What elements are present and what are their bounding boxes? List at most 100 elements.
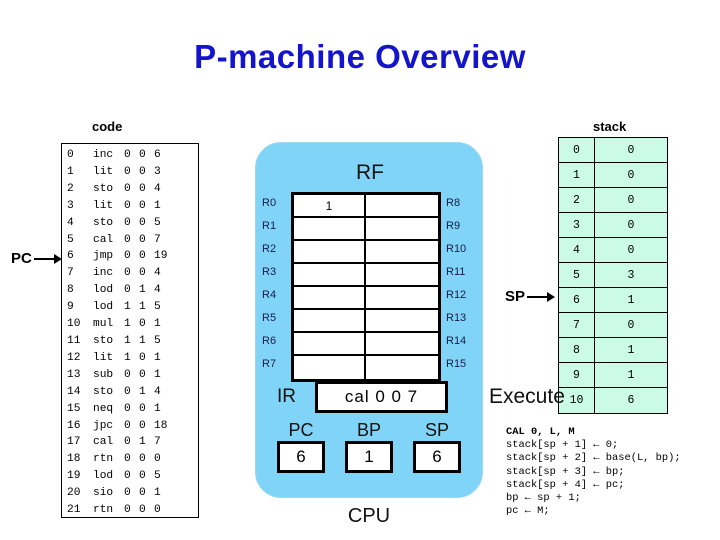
register-file-row: [294, 356, 438, 379]
register-label-r12: R12: [446, 289, 467, 301]
code-row-address: 16: [67, 419, 81, 432]
stack-row: 70: [559, 313, 667, 338]
code-row-field-m: 5: [154, 301, 161, 314]
code-row-field-m: 5: [154, 470, 161, 483]
code-row-opcode: neq: [93, 402, 114, 415]
register-label-r5: R5: [262, 312, 277, 324]
register-file-row: [294, 264, 438, 287]
code-row-field-m: 0: [154, 504, 161, 517]
cpu-block: RF 1 R0 R8 R1 R9 R2 R10 R3 R11 R4 R12 R5 R13 R6 R14 R7…: [255, 142, 483, 498]
code-row: 19 lod 0 0 5: [62, 468, 198, 485]
code-row-address: 11: [67, 334, 81, 347]
code-row-field-r: 0: [124, 165, 131, 178]
register-file-grid: 1: [291, 192, 441, 382]
code-row-address: 0: [67, 149, 74, 161]
stack-row: 40: [559, 238, 667, 263]
code-row-opcode: sio: [93, 487, 114, 500]
code-row: 21 rtn 0 0 0: [62, 502, 198, 519]
code-row-opcode: sto: [93, 182, 114, 195]
code-row-field-r: 0: [124, 453, 131, 466]
code-row-opcode: rtn: [93, 453, 114, 466]
register-label-r15: R15: [446, 358, 467, 370]
code-row-address: 15: [67, 402, 81, 415]
code-row-field-m: 0: [154, 453, 161, 466]
register-label-r7: R7: [262, 358, 277, 370]
sp-pointer-label: SP: [505, 288, 526, 305]
code-row-address: 17: [67, 436, 81, 449]
register-label-r4: R4: [262, 289, 277, 301]
code-row-field-m: 5: [154, 216, 161, 229]
register-label-r3: R3: [262, 266, 277, 278]
code-row: 18 rtn 0 0 0: [62, 451, 198, 468]
code-row-field-l: 0: [139, 199, 146, 212]
code-row-field-r: 1: [124, 334, 131, 347]
code-row-address: 2: [67, 182, 74, 195]
stack-table: 0 0 1 0 2 0 3 0 4 0 5 3 6 1 7 0 8 1 9 1 10 6: [558, 137, 668, 414]
code-row-address: 14: [67, 385, 81, 398]
code-row-field-l: 0: [139, 267, 146, 280]
code-row: 5 cal 0 0 7: [62, 232, 198, 249]
code-row-field-r: 0: [124, 284, 131, 297]
stack-row-value: 0: [627, 168, 635, 182]
code-row-address: 1: [67, 165, 74, 178]
code-row-field-m: 3: [154, 165, 161, 178]
ir-label: IR: [277, 386, 296, 407]
stack-row-index: 9: [559, 363, 595, 387]
register-bp-value: 1: [345, 441, 393, 473]
code-panel-label: code: [92, 119, 123, 134]
code-row-field-r: 0: [124, 385, 131, 398]
arrow-right-icon: [527, 291, 556, 302]
code-row-field-l: 0: [139, 487, 146, 500]
stack-row: 10: [559, 163, 667, 188]
code-row: 13 sub 0 0 1: [62, 367, 198, 384]
code-row-field-m: 1: [154, 368, 161, 381]
code-row-field-l: 0: [139, 419, 146, 432]
code-row-address: 4: [67, 216, 74, 229]
stack-row-value: 0: [627, 193, 635, 207]
code-row-opcode: lod: [93, 470, 114, 483]
code-row-address: 5: [67, 233, 74, 246]
stack-row-value: 3: [627, 268, 635, 282]
code-row-field-r: 0: [124, 419, 131, 432]
code-row-opcode: lod: [93, 301, 114, 314]
code-row-field-l: 1: [139, 385, 146, 398]
code-row-field-r: 0: [124, 402, 131, 415]
register-pc: PC 6: [277, 421, 325, 473]
code-row-field-m: 4: [154, 267, 161, 280]
code-row-address: 3: [67, 199, 74, 212]
stack-row-index: 2: [559, 188, 595, 212]
code-row: 10 mul 1 0 1: [62, 316, 198, 333]
code-row-field-r: 0: [124, 233, 131, 246]
code-row-field-l: 0: [139, 216, 146, 229]
code-row-field-m: 1: [154, 199, 161, 212]
code-row-field-r: 1: [124, 318, 131, 331]
execute-line: stack[sp + 4] ← pc;: [506, 478, 625, 491]
code-row-field-r: 1: [124, 351, 131, 364]
code-row-opcode: cal: [93, 233, 114, 246]
register-file-row: [294, 218, 438, 241]
code-row-opcode: sto: [93, 334, 114, 347]
stack-row: 20: [559, 188, 667, 213]
code-row-opcode: lit: [93, 199, 114, 212]
register-cell-r11: [366, 264, 438, 285]
stack-row-index: 4: [559, 238, 595, 262]
stack-row: 61: [559, 288, 667, 313]
register-cell-r10: [366, 241, 438, 262]
code-row-opcode: lit: [93, 351, 114, 364]
stack-row: 53: [559, 263, 667, 288]
code-row: 12 lit 1 0 1: [62, 350, 198, 367]
code-row-address: 6: [67, 250, 74, 263]
stack-row: 91: [559, 363, 667, 388]
register-cell-r5: [294, 310, 366, 331]
code-row: 15 neq 0 0 1: [62, 401, 198, 418]
code-row-field-r: 0: [124, 199, 131, 212]
stack-row: 81: [559, 338, 667, 363]
code-row: 8 lod 0 1 4: [62, 282, 198, 299]
register-file-row: [294, 287, 438, 310]
code-row: 3 lit 0 0 1: [62, 198, 198, 215]
stack-row: 00: [559, 138, 667, 163]
code-row-opcode: sto: [93, 216, 114, 229]
register-label-r2: R2: [262, 243, 277, 255]
code-row-opcode: jmp: [93, 250, 114, 263]
register-label-r8: R8: [446, 197, 461, 209]
